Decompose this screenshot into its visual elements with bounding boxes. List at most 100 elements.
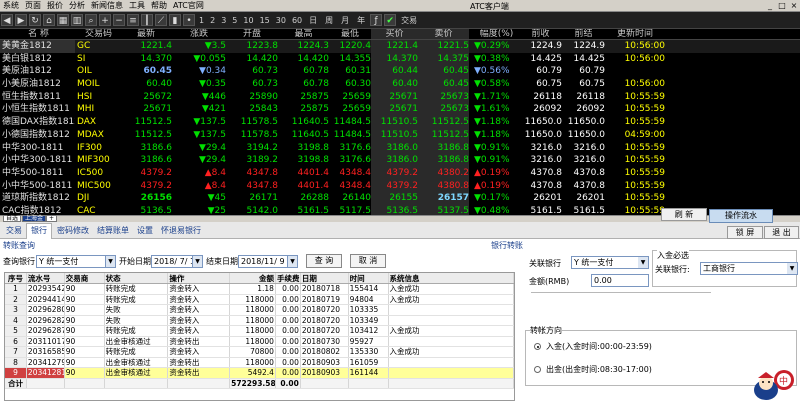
list-icon[interactable]: ≡ bbox=[127, 14, 139, 26]
quote-row[interactable]: 道琼斯指数1812 DJI 26156 ▼45 26171 26288 26140 26155… bbox=[0, 192, 800, 205]
period-number-button[interactable]: 15 bbox=[260, 16, 270, 25]
grid-icon[interactable]: ▦ bbox=[57, 14, 69, 26]
maximize-icon[interactable]: □ bbox=[777, 1, 787, 10]
exit-button[interactable]: 退 出 bbox=[764, 226, 799, 239]
quote-header-cell[interactable]: 幅度(%) bbox=[469, 29, 519, 39]
grid-header-cell[interactable]: 时间 bbox=[349, 273, 389, 283]
quote-header-cell[interactable]: 前结 bbox=[562, 29, 605, 39]
grid-header-cell[interactable]: 手续费 bbox=[276, 273, 301, 283]
tab-trade[interactable]: 交易 bbox=[2, 224, 26, 238]
grid-row[interactable]: 8 20341279 90 出金审核通过 资金转出 118000 0.00 20180903 1… bbox=[5, 357, 514, 368]
grid-row[interactable]: 7 20316585 90 转账完成 资金转入 70800 0.00 20180802 1353… bbox=[5, 347, 514, 358]
quote-header-cell[interactable]: 最低 bbox=[329, 29, 371, 39]
menu-item[interactable]: 帮助 bbox=[148, 0, 170, 11]
period-number-button[interactable]: 5 bbox=[232, 16, 237, 25]
back-icon[interactable]: ◀ bbox=[1, 14, 13, 26]
radio-deposit[interactable] bbox=[534, 343, 541, 350]
forward-icon[interactable]: ▶ bbox=[15, 14, 27, 26]
menu-item[interactable]: 报价 bbox=[44, 0, 66, 11]
grid-row[interactable]: 4 20296282 90 失败 资金转入 118000 0.00 20180720 10334… bbox=[5, 315, 514, 326]
quote-header-cell[interactable]: 最高 bbox=[278, 29, 329, 39]
period-number-button[interactable]: 30 bbox=[276, 16, 286, 25]
menu-item[interactable]: 页面 bbox=[22, 0, 44, 11]
tab-bank[interactable]: 银行 bbox=[26, 223, 52, 239]
quote-header-cell[interactable]: 涨跌 bbox=[172, 29, 226, 39]
grid-header-cell[interactable]: 流水号 bbox=[27, 273, 65, 283]
entry-bank-select[interactable]: 工商银行 ▼ bbox=[700, 262, 798, 275]
trade-button[interactable]: 交易 bbox=[401, 15, 417, 26]
quote-header-cell[interactable]: 买价 bbox=[371, 29, 418, 39]
radio-withdraw[interactable] bbox=[534, 366, 541, 373]
period-number-button[interactable]: 3 bbox=[221, 16, 226, 25]
linked-bank-select[interactable]: Y 统一支付 ▼ bbox=[571, 256, 649, 269]
period-number-button[interactable]: 2 bbox=[210, 16, 215, 25]
close-icon[interactable]: × bbox=[789, 1, 799, 10]
line-icon[interactable]: ⟋ bbox=[155, 14, 167, 26]
quote-header-cell[interactable]: 名 称 bbox=[0, 29, 75, 39]
grid-header-cell[interactable]: 日期 bbox=[301, 273, 349, 283]
operation-log-button[interactable]: 操作流水 bbox=[709, 209, 773, 223]
grid-header-cell[interactable]: 金额 bbox=[230, 273, 276, 283]
grid-header-cell[interactable]: 状态 bbox=[105, 273, 169, 283]
zoom-in-icon[interactable]: + bbox=[99, 14, 111, 26]
quote-header-cell[interactable]: 开盘 bbox=[226, 29, 278, 39]
quote-row[interactable]: 美白银1812 SI 14.370 ▼0.055 14.420 14.420 14.355 1… bbox=[0, 52, 800, 66]
refresh-icon[interactable]: ↻ bbox=[29, 14, 41, 26]
period-button[interactable]: 日 bbox=[309, 15, 317, 26]
quote-row[interactable]: 小恒生指数1811 MHI 25671 ▼421 25843 25875 25659 2567… bbox=[0, 103, 800, 117]
quote-row[interactable]: 恒生指数1811 HSI 25672 ▼446 25890 25875 25659 25671… bbox=[0, 90, 800, 104]
quote-row[interactable]: 小中华300-1811 MIF300 3186.6 ▼29.4 3189.2 3198.8… bbox=[0, 154, 800, 167]
check-icon[interactable]: ✔ bbox=[384, 14, 397, 26]
quote-header-cell[interactable]: 卖价 bbox=[418, 29, 469, 39]
quote-row[interactable]: 中华300-1811 IF300 3186.6 ▼29.4 3194.2 3198.8 31… bbox=[0, 141, 800, 155]
tab-add[interactable]: + bbox=[46, 215, 58, 222]
quote-header-cell[interactable]: 最新 bbox=[120, 29, 172, 39]
pin-icon[interactable]: • bbox=[183, 14, 195, 26]
menu-item[interactable]: 系统 bbox=[0, 0, 22, 11]
grid-row[interactable]: 6 20311017 90 出金审核通过 资金转出 118000 0.00 20180730 9… bbox=[5, 336, 514, 347]
query-button[interactable]: 查 询 bbox=[306, 254, 342, 268]
quote-row[interactable]: 小德国指数1812 MDAX 11512.5 ▼137.5 11578.5 11640.5… bbox=[0, 128, 800, 142]
query-bank-select[interactable]: Y 统一支付 ▼ bbox=[36, 254, 116, 268]
amount-input[interactable]: 0.00 bbox=[591, 274, 649, 287]
tab-settlement[interactable]: 结算账单 bbox=[93, 224, 133, 238]
quote-row[interactable]: 美黄金1812 GC 1221.4 ▼3.5 1223.8 1224.3 1220.4 122… bbox=[0, 40, 800, 53]
grid-row[interactable]: 2 20294414 90 转账完成 资金转入 118000 0.00 20180719 948… bbox=[5, 294, 514, 305]
period-number-button[interactable]: 1 bbox=[199, 16, 204, 25]
period-button[interactable]: 周 bbox=[325, 15, 333, 26]
refresh-button[interactable]: 刷 新 bbox=[661, 208, 707, 221]
quote-header-cell[interactable]: 更新时间 bbox=[605, 29, 665, 39]
lock-screen-button[interactable]: 锁 屏 bbox=[727, 226, 763, 239]
home-icon[interactable]: ⌂ bbox=[43, 14, 55, 26]
grid-row[interactable]: 5 20296287 90 转账完成 资金转入 118000 0.00 20180720 103… bbox=[5, 326, 514, 337]
grid-row[interactable]: 9 20341281 90 出金审核通过 资金转出 5492.4 0.00 20180903 1… bbox=[5, 368, 514, 379]
chart-icon[interactable]: ▥ bbox=[71, 14, 83, 26]
minimize-icon[interactable]: _ bbox=[765, 1, 775, 10]
grid-header-cell[interactable]: 系统信息 bbox=[389, 273, 514, 283]
radio-deposit-label[interactable]: 入金(入金时间:00:00-23:59) bbox=[546, 341, 652, 352]
bar-icon[interactable]: ▮ bbox=[169, 14, 181, 26]
menu-item[interactable]: 新闻信息 bbox=[88, 0, 126, 11]
quote-row[interactable]: 美原油1812 OIL 60.45 ▼0.34 60.73 60.78 60.31 60.44… bbox=[0, 65, 800, 79]
candle-icon[interactable]: ┃ bbox=[141, 14, 153, 26]
radio-withdraw-label[interactable]: 出金(出金时间:08:30-17:00) bbox=[546, 364, 652, 375]
grid-row[interactable]: 1 20293542 90 转账完成 资金转入 1.18 0.00 20180718 15541… bbox=[5, 284, 514, 295]
grid-header-cell[interactable]: 序号 bbox=[5, 273, 27, 283]
tab-watchlist[interactable]: 自选 bbox=[3, 215, 22, 222]
tab-shanghai-gold[interactable]: 上海金 bbox=[22, 215, 47, 222]
grid-header-cell[interactable]: 操作 bbox=[168, 273, 231, 283]
end-date-picker[interactable]: 2018/11/ 9 ▼ bbox=[238, 254, 298, 268]
tab-settings[interactable]: 设置 bbox=[133, 224, 157, 238]
start-date-picker[interactable]: 2018/ 7/ 1 ▼ bbox=[151, 254, 203, 268]
grid-header-cell[interactable]: 交易商 bbox=[65, 273, 105, 283]
quote-row[interactable]: 中华500-1811 IC500 4379.2 ▲8.4 4347.8 4401.4 434… bbox=[0, 166, 800, 180]
grid-row[interactable]: 3 20296280 90 失败 资金转入 118000 0.00 20180720 10333… bbox=[5, 305, 514, 316]
period-button[interactable]: 月 bbox=[341, 15, 349, 26]
quote-row[interactable]: 小美原油1812 MOIL 60.40 ▼0.35 60.73 60.78 60.30 60.… bbox=[0, 78, 800, 91]
quote-header-cell[interactable]: 交易码 bbox=[75, 29, 120, 39]
quote-row[interactable]: 德国DAX指数1812 DAX 11512.5 ▼137.5 11578.5 11640.… bbox=[0, 116, 800, 129]
search-icon[interactable]: ⌕ bbox=[85, 14, 97, 26]
menu-item[interactable]: 分析 bbox=[66, 0, 88, 11]
tab-password[interactable]: 密码修改 bbox=[53, 224, 93, 238]
fx-icon[interactable]: ƒ bbox=[370, 14, 383, 26]
